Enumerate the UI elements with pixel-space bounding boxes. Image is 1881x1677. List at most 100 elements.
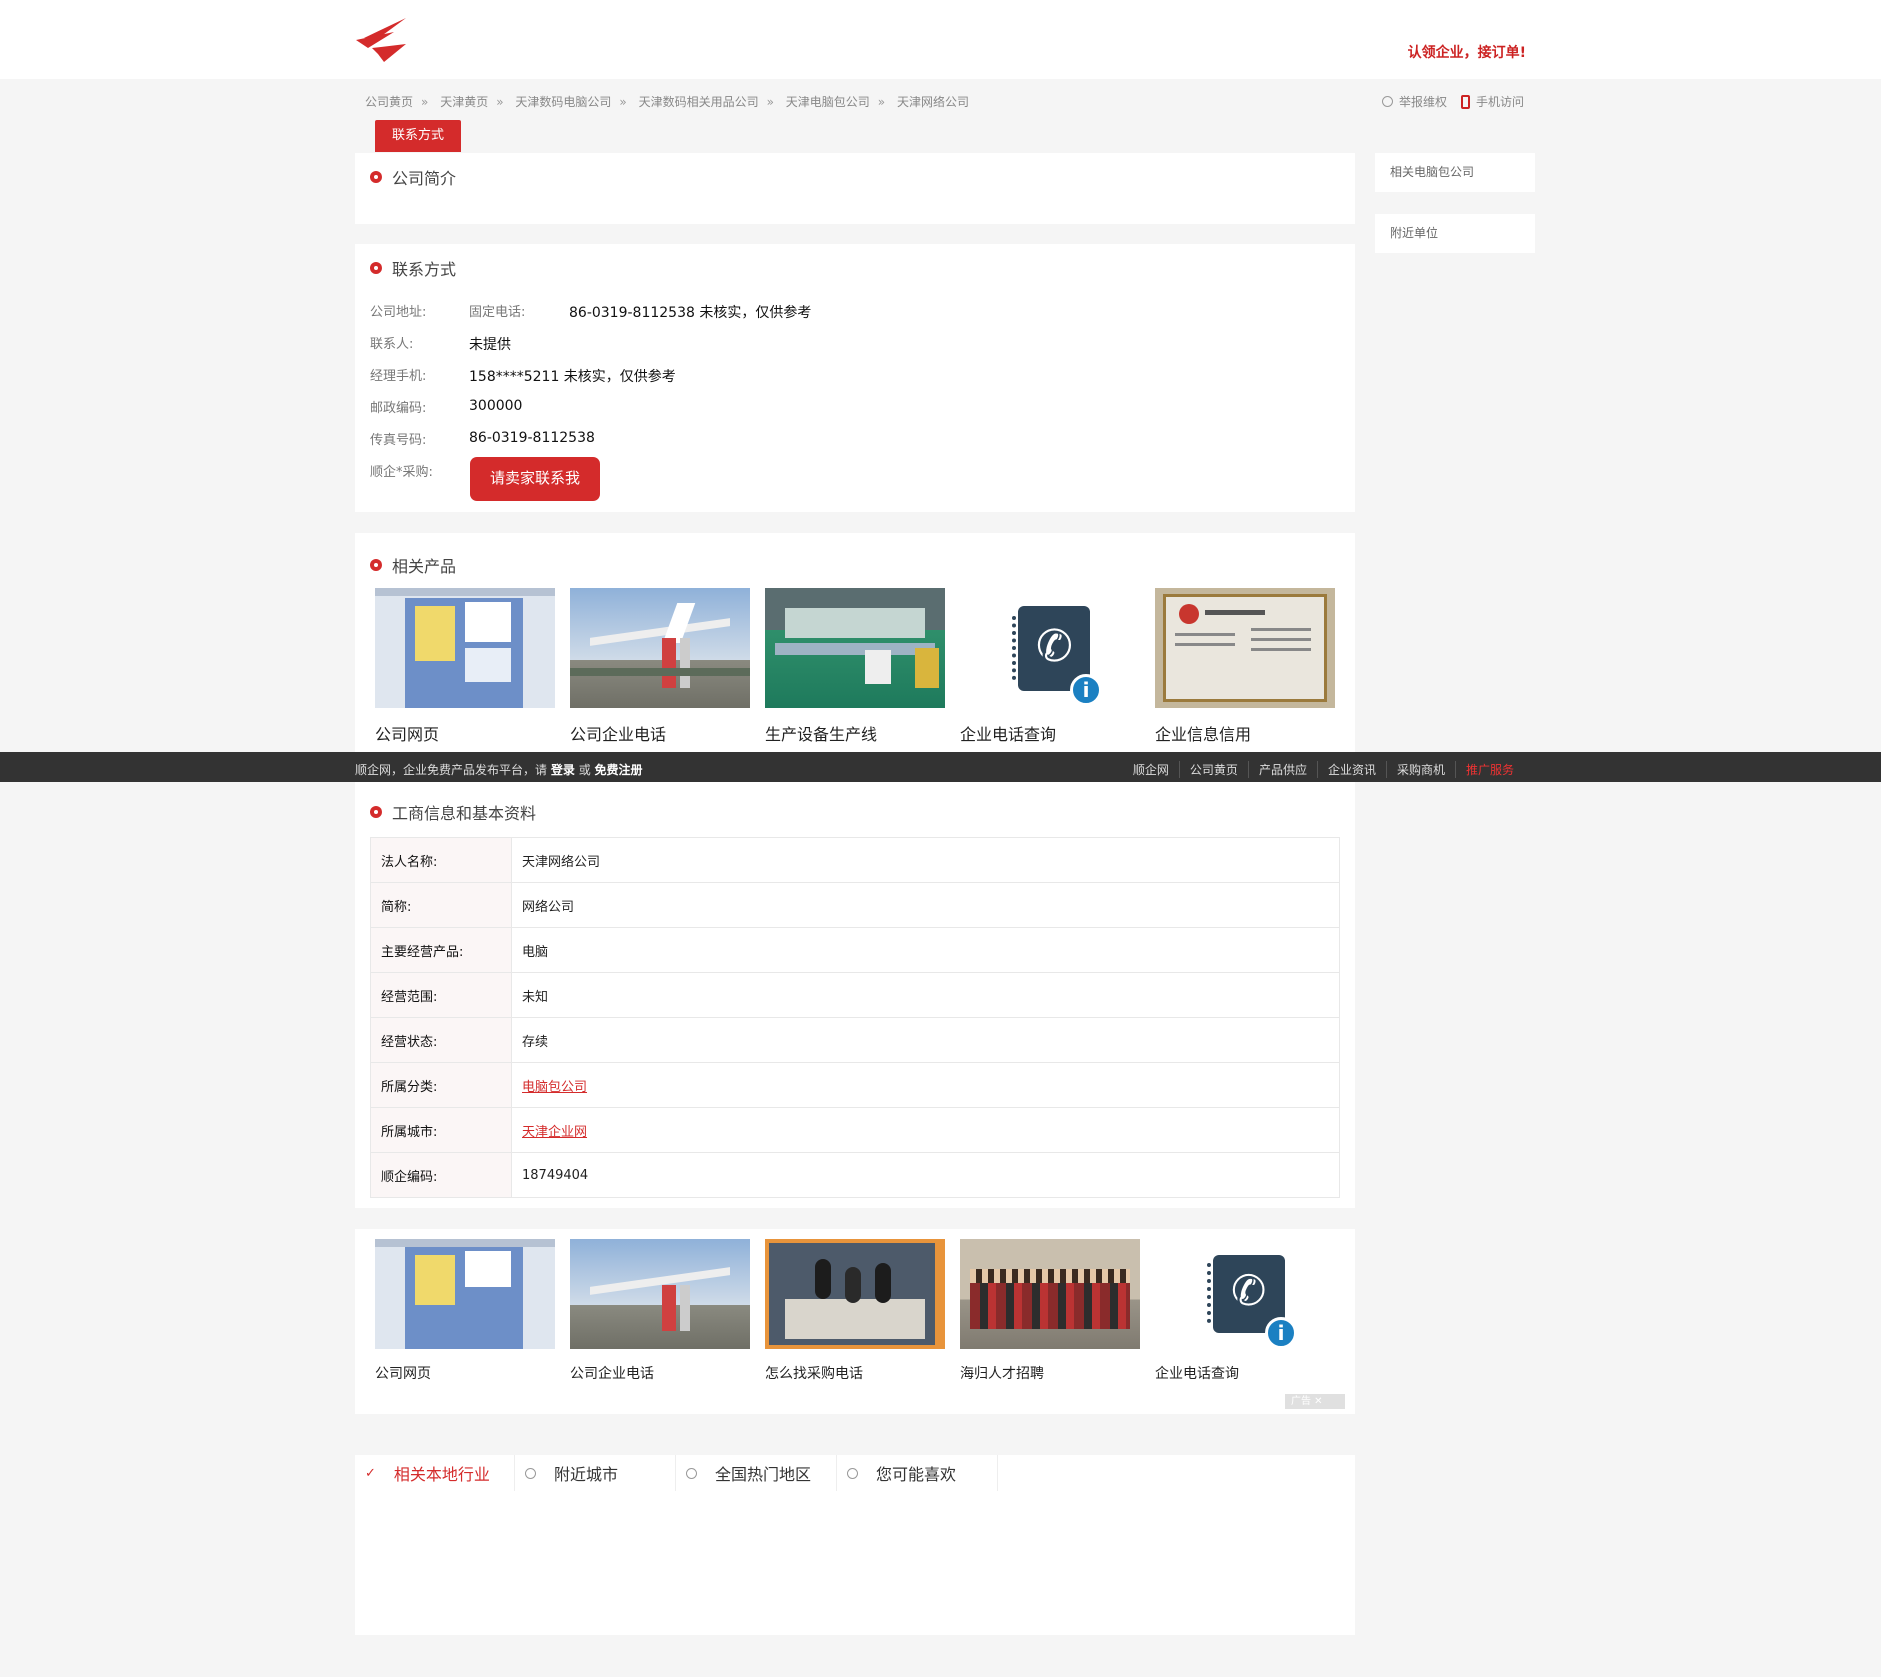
site-header: 认领企业，接订单! xyxy=(0,0,1881,79)
mobile-value: 158****5211 未核实，仅供参考 xyxy=(469,369,676,385)
category-link[interactable]: 电脑包公司 xyxy=(522,1080,587,1095)
product-caption: 生产设备生产线 xyxy=(765,725,878,744)
table-row: 所属城市: 天津企业网 xyxy=(370,1107,1340,1153)
ad-image xyxy=(570,1239,750,1349)
top-tools: 举报维权 手机访问 xyxy=(1381,93,1524,110)
sidebar-nearby[interactable]: 附近单位 xyxy=(1375,214,1535,253)
section-title: 相关产品 xyxy=(392,557,457,576)
city-link[interactable]: 天津企业网 xyxy=(522,1125,587,1140)
table-row: 经营状态: 存续 xyxy=(370,1017,1340,1063)
ad-card[interactable]: 公司企业电话 xyxy=(570,1239,750,1383)
ad-caption: 公司网页 xyxy=(375,1366,431,1382)
breadcrumb-item[interactable]: 天津黄页 xyxy=(440,95,488,109)
ad-card[interactable]: ✆ i 企业电话查询 xyxy=(1155,1239,1335,1383)
section-bullet-icon xyxy=(370,806,382,818)
login-link[interactable]: 登录 xyxy=(551,763,575,777)
product-caption: 公司网页 xyxy=(375,725,440,744)
sticky-footer-bar: 顺企网，企业免费产品发布平台，请 登录 或 免费注册 顺企网 公司黄页 产品供应… xyxy=(0,752,1881,782)
circle-icon xyxy=(1381,96,1393,107)
table-row: 所属分类: 电脑包公司 xyxy=(370,1062,1340,1108)
product-caption: 企业信息信用 xyxy=(1155,725,1252,744)
product-image xyxy=(570,588,750,708)
footer-links: 顺企网 公司黄页 产品供应 企业资讯 采购商机 推广服务 xyxy=(1123,761,1524,778)
register-link[interactable]: 免费注册 xyxy=(595,763,643,777)
section-bullet-icon xyxy=(370,262,382,274)
section-bullet-icon xyxy=(370,559,382,571)
table-row: 顺企编码: 18749404 xyxy=(370,1152,1340,1198)
mobile-access-link[interactable]: 手机访问 xyxy=(1460,93,1524,110)
product-card[interactable]: 公司企业电话 xyxy=(570,588,750,745)
section-bullet-icon xyxy=(370,171,382,183)
contact-seller-button[interactable]: 请卖家联系我 xyxy=(470,457,600,501)
section-title: 公司简介 xyxy=(392,169,457,188)
phone-book-icon: ✆ i xyxy=(1155,1239,1335,1349)
breadcrumb-item[interactable]: 天津数码电脑公司 xyxy=(515,95,611,109)
table-row: 简称: 网络公司 xyxy=(370,882,1340,928)
business-info-table: 法人名称: 天津网络公司 简称: 网络公司 主要经营产品: 电脑 经营范围: 未知 经营… xyxy=(370,837,1340,1198)
ad-card[interactable]: 公司网页 xyxy=(375,1239,555,1383)
table-row: 经营范围: 未知 xyxy=(370,972,1340,1018)
section-title: 工商信息和基本资料 xyxy=(392,804,537,823)
ad-image xyxy=(765,1239,945,1349)
business-info-panel: 工商信息和基本资料 法人名称: 天津网络公司 简称: 网络公司 主要经营产品: 电脑 … xyxy=(355,782,1355,1208)
person-value: 未提供 xyxy=(469,337,511,353)
product-image xyxy=(765,588,945,708)
breadcrumb-item[interactable]: 天津网络公司 xyxy=(897,95,969,109)
table-row: 法人名称: 天津网络公司 xyxy=(370,837,1340,883)
ad-caption: 企业电话查询 xyxy=(1155,1366,1239,1382)
ad-caption: 怎么找采购电话 xyxy=(765,1366,863,1382)
product-image xyxy=(1155,588,1335,708)
ad-panel: 公司网页 公司企业电话 怎么找采购电话 海归人才招聘 ✆ i 企业电话查询 广告… xyxy=(355,1229,1355,1414)
claim-enterprise-link[interactable]: 认领企业，接订单! xyxy=(1408,42,1526,62)
zip-value: 300000 xyxy=(469,398,523,414)
ad-card[interactable]: 怎么找采购电话 xyxy=(765,1239,945,1383)
tab-nearby-cities[interactable]: 附近城市 xyxy=(515,1455,676,1491)
bottom-tabs-panel: ✓ 相关本地行业 附近城市 全国热门地区 您可能喜欢 xyxy=(355,1455,1355,1635)
tab-contact[interactable]: 联系方式 xyxy=(375,120,461,152)
fax-label: 传真号码: xyxy=(370,433,427,448)
ad-card[interactable]: 海归人才招聘 xyxy=(960,1239,1140,1383)
mobile-phone-icon xyxy=(1460,94,1470,109)
company-intro-panel: 公司简介 xyxy=(355,153,1355,224)
product-card[interactable]: 生产设备生产线 xyxy=(765,588,945,745)
footer-link[interactable]: 公司黄页 xyxy=(1178,761,1248,778)
footer-notice: 顺企网，企业免费产品发布平台，请 登录 或 免费注册 xyxy=(355,763,643,777)
phone-value: 86-0319-8112538 未核实，仅供参考 xyxy=(569,305,812,321)
mobile-label: 经理手机: xyxy=(370,369,427,384)
phone-book-icon: ✆ i xyxy=(960,588,1140,708)
product-image xyxy=(375,588,555,708)
tab-hot-regions[interactable]: 全国热门地区 xyxy=(676,1455,837,1491)
breadcrumb-item[interactable]: 天津电脑包公司 xyxy=(786,95,870,109)
related-products-panel: 相关产品 公司网页 公司企业电话 生产设备生产线 ✆ i 企业电话查询 企业信息… xyxy=(355,533,1355,753)
address-label: 公司地址: xyxy=(370,305,427,320)
site-logo[interactable] xyxy=(354,18,406,64)
tab-local-industry[interactable]: ✓ 相关本地行业 xyxy=(355,1455,515,1491)
breadcrumb: 公司黄页» 天津黄页» 天津数码电脑公司» 天津数码相关用品公司» 天津电脑包公… xyxy=(365,95,969,109)
zip-label: 邮政编码: xyxy=(370,401,427,416)
product-caption: 企业电话查询 xyxy=(960,725,1057,744)
breadcrumb-item[interactable]: 公司黄页 xyxy=(365,95,413,109)
ad-label[interactable]: 广告 ✕ xyxy=(1285,1394,1345,1409)
footer-link[interactable]: 顺企网 xyxy=(1123,761,1179,778)
product-card[interactable]: 公司网页 xyxy=(375,588,555,745)
breadcrumb-item[interactable]: 天津数码相关用品公司 xyxy=(639,95,759,109)
ad-image xyxy=(960,1239,1140,1349)
footer-link-promo[interactable]: 推广服务 xyxy=(1454,761,1524,778)
product-caption: 公司企业电话 xyxy=(570,725,667,744)
section-title: 联系方式 xyxy=(392,260,457,279)
footer-link[interactable]: 采购商机 xyxy=(1385,761,1455,778)
product-card[interactable]: ✆ i 企业电话查询 xyxy=(960,588,1140,745)
footer-link[interactable]: 产品供应 xyxy=(1247,761,1317,778)
product-card[interactable]: 企业信息信用 xyxy=(1155,588,1335,745)
tab-you-may-like[interactable]: 您可能喜欢 xyxy=(837,1455,998,1491)
circle-icon xyxy=(686,1467,697,1479)
phone-label: 固定电话: xyxy=(469,305,526,320)
ad-image xyxy=(375,1239,555,1349)
purchase-label: 顺企*采购: xyxy=(370,465,433,480)
ad-caption: 公司企业电话 xyxy=(570,1366,654,1382)
footer-link[interactable]: 企业资讯 xyxy=(1316,761,1386,778)
sidebar-related-companies[interactable]: 相关电脑包公司 xyxy=(1375,153,1535,192)
report-link[interactable]: 举报维权 xyxy=(1381,93,1447,110)
contact-panel: 联系方式 公司地址: 固定电话: 86-0319-8112538 未核实，仅供参… xyxy=(355,244,1355,512)
circle-icon xyxy=(525,1467,536,1479)
